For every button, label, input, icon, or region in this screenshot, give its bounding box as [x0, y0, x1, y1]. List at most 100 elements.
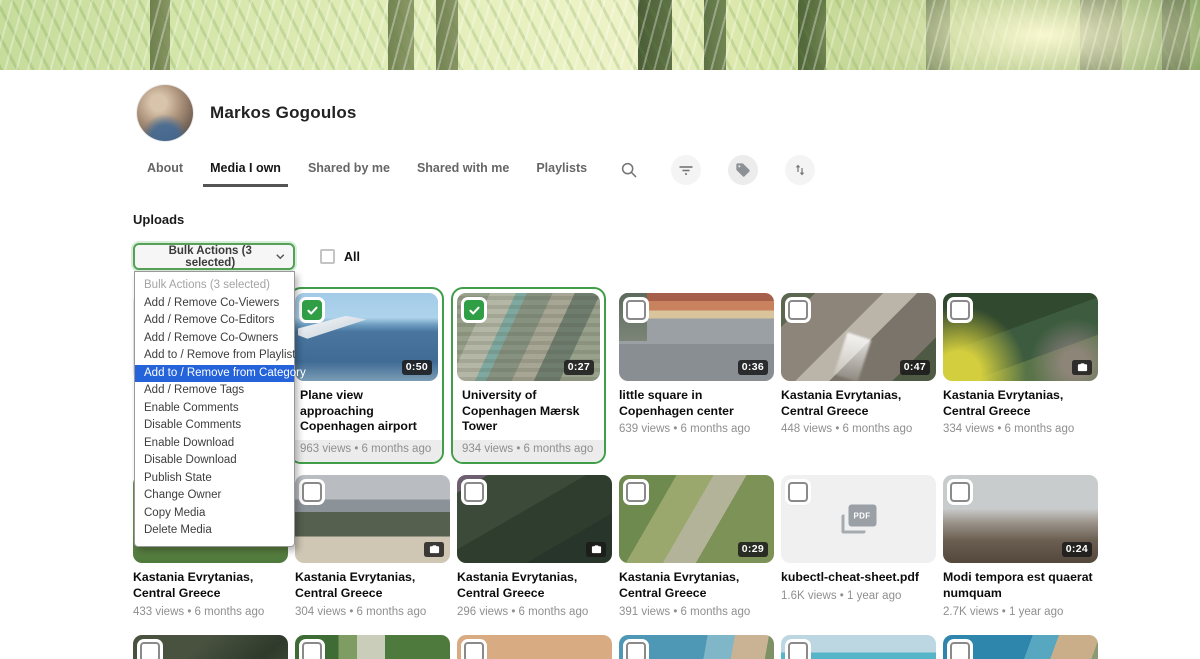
- menu-item-publish-state[interactable]: Publish State: [135, 470, 294, 488]
- media-thumbnail[interactable]: [133, 635, 288, 659]
- media-checkbox[interactable]: [626, 300, 646, 320]
- media-checkbox[interactable]: [950, 482, 970, 502]
- media-title[interactable]: Kastania Evrytanias, Central Greece: [619, 570, 774, 601]
- menu-item-disable-comments[interactable]: Disable Comments: [135, 417, 294, 435]
- media-card[interactable]: Kastania Evrytanias, Central Greece 296 …: [457, 475, 612, 617]
- media-thumbnail[interactable]: 0:36: [619, 293, 774, 381]
- filter-icon[interactable]: [671, 155, 701, 185]
- media-card[interactable]: [295, 635, 450, 659]
- media-thumbnail[interactable]: 0:29: [619, 475, 774, 563]
- tab-shared-with-me[interactable]: Shared with me: [417, 161, 509, 187]
- media-card[interactable]: 0:24 Modi tempora est quaerat numquam 2.…: [943, 475, 1098, 617]
- media-title[interactable]: Modi tempora est quaerat numquam: [943, 570, 1098, 601]
- menu-item-change-owner[interactable]: Change Owner: [135, 487, 294, 505]
- duration-badge: 0:36: [738, 360, 768, 375]
- search-icon[interactable]: [614, 155, 644, 185]
- media-card[interactable]: 0:29 Kastania Evrytanias, Central Greece…: [619, 475, 774, 617]
- media-card[interactable]: PDF kubectl-cheat-sheet.pdf 1.6K views •…: [781, 475, 936, 617]
- media-title[interactable]: Kastania Evrytanias, Central Greece: [457, 570, 612, 601]
- menu-item-disable-download[interactable]: Disable Download: [135, 452, 294, 470]
- media-thumbnail[interactable]: [295, 475, 450, 563]
- media-checkbox[interactable]: [788, 642, 808, 659]
- menu-item-enable-download[interactable]: Enable Download: [135, 435, 294, 453]
- media-card[interactable]: 0:27 University of Copenhagen Mærsk Towe…: [451, 287, 606, 464]
- media-card[interactable]: [619, 635, 774, 659]
- media-checkbox-checked[interactable]: [302, 300, 322, 320]
- tab-shared-by-me[interactable]: Shared by me: [308, 161, 390, 187]
- media-checkbox[interactable]: [302, 642, 322, 659]
- media-views: 433 views • 6 months ago: [133, 606, 288, 618]
- media-thumbnail[interactable]: [943, 293, 1098, 381]
- bulk-actions-select[interactable]: Bulk Actions (3 selected): [133, 243, 295, 270]
- media-thumbnail[interactable]: 0:47: [781, 293, 936, 381]
- media-checkbox-checked[interactable]: [464, 300, 484, 320]
- menu-item-add-remove-category[interactable]: Add to / Remove from Category: [135, 365, 294, 383]
- media-thumbnail[interactable]: 0:50: [295, 293, 438, 381]
- media-checkbox[interactable]: [140, 642, 160, 659]
- media-checkbox[interactable]: [464, 482, 484, 502]
- media-checkbox[interactable]: [788, 482, 808, 502]
- tab-playlists[interactable]: Playlists: [536, 161, 587, 187]
- tab-about[interactable]: About: [147, 161, 183, 187]
- media-views: 296 views • 6 months ago: [457, 606, 612, 618]
- media-title[interactable]: Kastania Evrytanias, Central Greece: [133, 570, 288, 601]
- channel-banner: [0, 0, 1200, 70]
- select-all-label: All: [344, 250, 360, 264]
- tag-icon[interactable]: [728, 155, 758, 185]
- pdf-icon: PDF: [841, 505, 876, 534]
- media-title[interactable]: Kastania Evrytanias, Central Greece: [943, 388, 1098, 419]
- duration-badge: 0:50: [402, 360, 432, 375]
- menu-item-add-remove-co-owners[interactable]: Add / Remove Co-Owners: [135, 330, 294, 348]
- media-title[interactable]: Kastania Evrytanias, Central Greece: [781, 388, 936, 419]
- menu-item-add-remove-playlist[interactable]: Add to / Remove from Playlist: [135, 347, 294, 365]
- media-thumbnail[interactable]: 0:27: [457, 293, 600, 381]
- media-thumbnail[interactable]: 0:24: [943, 475, 1098, 563]
- bulk-actions-dropdown: Bulk Actions (3 selected) Bulk Actions (…: [133, 243, 295, 270]
- menu-item-delete-media[interactable]: Delete Media: [135, 522, 294, 540]
- media-views: 2.7K views • 1 year ago: [943, 606, 1098, 618]
- avatar[interactable]: [137, 85, 193, 141]
- sort-icon[interactable]: [785, 155, 815, 185]
- media-thumbnail[interactable]: PDF: [781, 475, 936, 563]
- media-title[interactable]: Plane view approaching Copenhagen airpor…: [295, 388, 438, 435]
- media-card[interactable]: [781, 635, 936, 659]
- checkmark-icon: [468, 304, 481, 317]
- media-thumbnail[interactable]: [619, 635, 774, 659]
- media-title[interactable]: Kastania Evrytanias, Central Greece: [295, 570, 450, 601]
- media-card[interactable]: [943, 635, 1098, 659]
- menu-item-add-remove-tags[interactable]: Add / Remove Tags: [135, 382, 294, 400]
- media-views: 304 views • 6 months ago: [295, 606, 450, 618]
- media-views: 1.6K views • 1 year ago: [781, 590, 936, 602]
- media-thumbnail[interactable]: [781, 635, 936, 659]
- media-title[interactable]: kubectl-cheat-sheet.pdf: [781, 570, 936, 586]
- media-checkbox[interactable]: [626, 482, 646, 502]
- media-card[interactable]: 0:47 Kastania Evrytanias, Central Greece…: [781, 293, 936, 458]
- media-card[interactable]: Kastania Evrytanias, Central Greece 304 …: [295, 475, 450, 617]
- select-all-checkbox[interactable]: [320, 249, 335, 264]
- media-thumbnail[interactable]: [295, 635, 450, 659]
- uploads-section: Uploads Bulk Actions (3 selected) Bulk A…: [0, 212, 1200, 659]
- media-thumbnail[interactable]: [457, 635, 612, 659]
- media-title[interactable]: University of Copenhagen Mærsk Tower: [457, 388, 600, 435]
- menu-item-enable-comments[interactable]: Enable Comments: [135, 400, 294, 418]
- media-card[interactable]: Kastania Evrytanias, Central Greece 334 …: [943, 293, 1098, 458]
- media-thumbnail[interactable]: [943, 635, 1098, 659]
- media-checkbox[interactable]: [788, 300, 808, 320]
- duration-badge: 0:29: [738, 542, 768, 557]
- media-checkbox[interactable]: [950, 642, 970, 659]
- media-title[interactable]: little square in Copenhagen center: [619, 388, 774, 419]
- media-checkbox[interactable]: [464, 642, 484, 659]
- media-checkbox[interactable]: [950, 300, 970, 320]
- select-all[interactable]: All: [320, 249, 360, 264]
- menu-item-copy-media[interactable]: Copy Media: [135, 505, 294, 523]
- media-checkbox[interactable]: [626, 642, 646, 659]
- media-card[interactable]: [457, 635, 612, 659]
- media-thumbnail[interactable]: [457, 475, 612, 563]
- tab-media-i-own[interactable]: Media I own: [203, 161, 288, 187]
- media-card[interactable]: 0:36 little square in Copenhagen center …: [619, 293, 774, 458]
- media-checkbox[interactable]: [302, 482, 322, 502]
- menu-item-add-remove-co-viewers[interactable]: Add / Remove Co-Viewers: [135, 295, 294, 313]
- media-card[interactable]: [133, 635, 288, 659]
- menu-item-add-remove-co-editors[interactable]: Add / Remove Co-Editors: [135, 312, 294, 330]
- media-card[interactable]: 0:50 Plane view approaching Copenhagen a…: [289, 287, 444, 464]
